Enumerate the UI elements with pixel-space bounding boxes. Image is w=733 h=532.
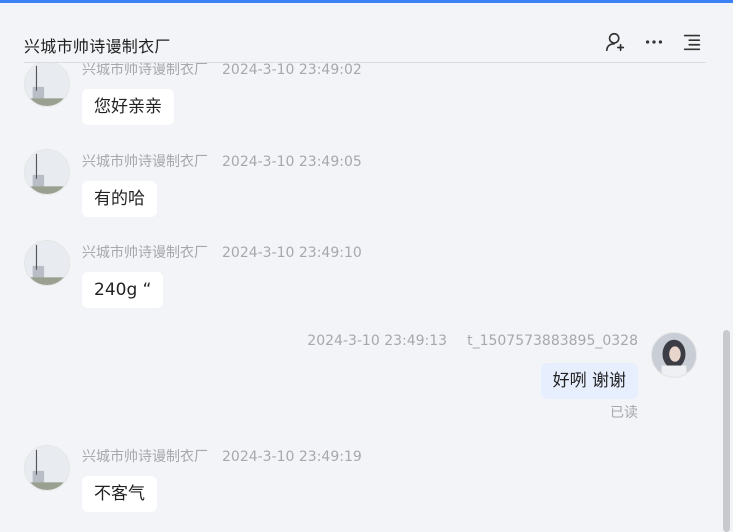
top-accent-bar (0, 0, 733, 3)
avatar[interactable] (651, 332, 697, 378)
message-item: 兴城市帅诗谩制衣厂 2024-3-10 23:49:10 240g “ (0, 228, 722, 318)
sender-name: t_1507573883895_0328 (467, 333, 638, 349)
message-time: 2024-3-10 23:49:19 (222, 449, 362, 465)
message-bubble[interactable]: 不客气 (82, 476, 157, 512)
scrollbar-thumb[interactable] (723, 330, 730, 532)
sender-name: 兴城市帅诗谩制衣厂 (82, 245, 208, 261)
sender-name: 兴城市帅诗谩制衣厂 (82, 63, 208, 78)
message-meta: 兴城市帅诗谩制衣厂 2024-3-10 23:49:19 (82, 446, 362, 466)
message-meta: 兴城市帅诗谩制衣厂 2024-3-10 23:49:02 (82, 63, 362, 79)
message-item-outgoing: 2024-3-10 23:49:13 t_1507573883895_0328 好… (0, 319, 722, 429)
chat-message-list[interactable]: 兴城市帅诗谩制衣厂 2024-3-10 23:49:02 您好亲亲 兴城市帅诗谩制… (0, 63, 722, 532)
message-meta: 兴城市帅诗谩制衣厂 2024-3-10 23:49:10 (82, 242, 362, 262)
message-item: 兴城市帅诗谩制衣厂 2024-3-10 23:49:05 有的哈 (0, 137, 722, 227)
menu-list-icon[interactable] (680, 30, 704, 54)
message-bubble[interactable]: 好咧 谢谢 (540, 363, 638, 399)
sender-name: 兴城市帅诗谩制衣厂 (82, 449, 208, 465)
header-actions (604, 30, 704, 54)
message-item: 兴城市帅诗谩制衣厂 2024-3-10 23:49:02 您好亲亲 (0, 63, 722, 135)
message-time: 2024-3-10 23:49:02 (222, 63, 362, 78)
avatar[interactable] (24, 63, 70, 107)
chat-header: 兴城市帅诗谩制衣厂 (24, 26, 706, 63)
message-time: 2024-3-10 23:49:10 (222, 245, 362, 261)
message-item: 兴城市帅诗谩制衣厂 2024-3-10 23:49:19 不客气 (0, 432, 722, 522)
avatar[interactable] (24, 240, 70, 286)
message-bubble[interactable]: 240g “ (82, 272, 164, 308)
avatar[interactable] (24, 149, 70, 195)
read-status: 已读 (610, 405, 638, 421)
chat-title: 兴城市帅诗谩制衣厂 (24, 37, 171, 56)
more-icon[interactable] (642, 30, 666, 54)
message-time: 2024-3-10 23:49:13 (307, 333, 448, 349)
message-time: 2024-3-10 23:49:05 (222, 154, 362, 170)
add-user-icon[interactable] (604, 30, 628, 54)
message-meta: 2024-3-10 23:49:13 t_1507573883895_0328 (307, 333, 638, 349)
avatar[interactable] (24, 445, 70, 491)
message-meta: 兴城市帅诗谩制衣厂 2024-3-10 23:49:05 (82, 151, 362, 171)
sender-name: 兴城市帅诗谩制衣厂 (82, 154, 208, 170)
message-bubble[interactable]: 有的哈 (82, 181, 157, 217)
message-bubble[interactable]: 您好亲亲 (82, 89, 174, 125)
